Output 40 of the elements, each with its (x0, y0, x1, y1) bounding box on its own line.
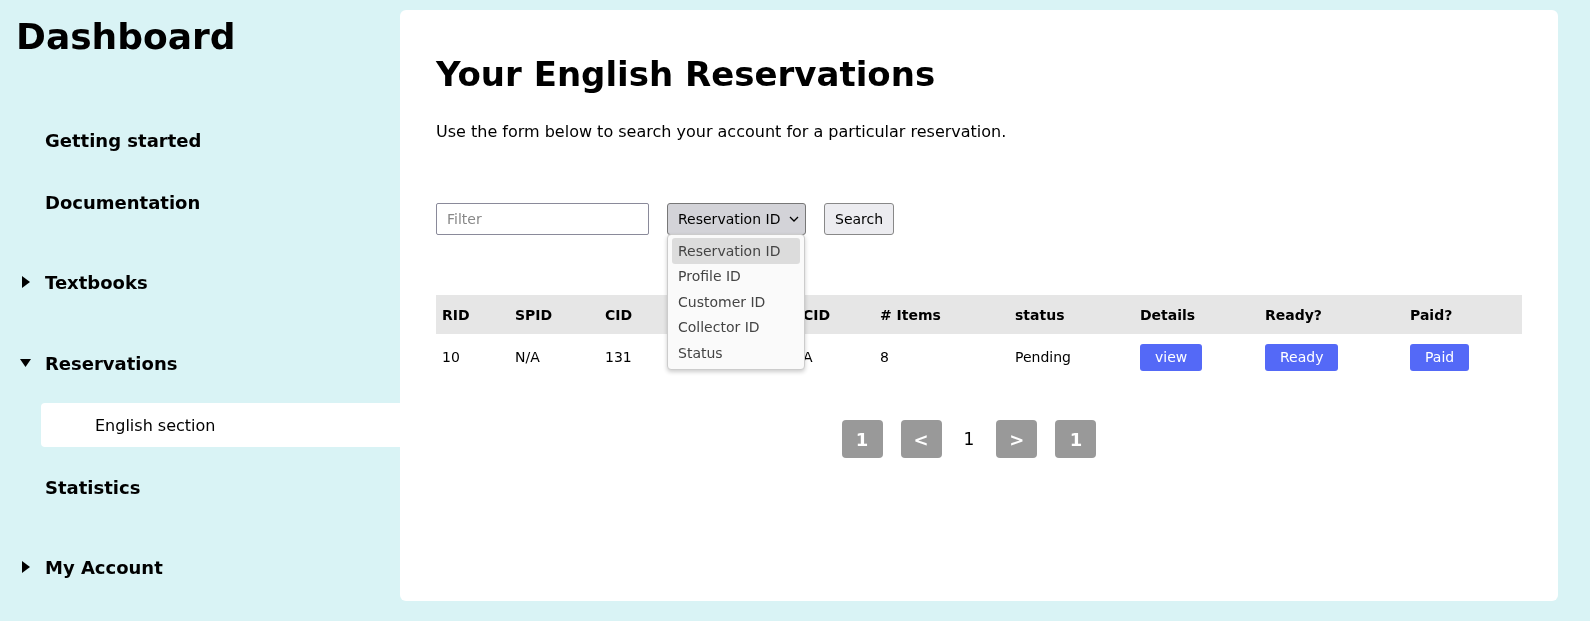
filter-field[interactable]: Filter (436, 203, 649, 235)
sidebar-item[interactable]: Textbooks (0, 260, 400, 304)
column-header: SPID (515, 306, 553, 323)
sidebar-item[interactable]: Documentation (0, 180, 400, 224)
column-header: Ready? (1265, 306, 1322, 323)
sidebar-item[interactable]: My Account (0, 545, 400, 589)
table-cell: N/A (515, 349, 540, 365)
table-cell: 131 (605, 349, 632, 365)
dropdown-option[interactable]: Collector ID (672, 314, 800, 340)
search-by-select[interactable]: Reservation ID (667, 203, 806, 235)
column-header: Paid? (1410, 306, 1453, 323)
dropdown-option[interactable]: Status (672, 340, 800, 366)
column-header: CID (803, 306, 831, 323)
column-header: RID (442, 306, 470, 323)
dropdown-option[interactable]: Reservation ID (672, 238, 800, 264)
caret-down-icon (20, 357, 31, 369)
sidebar-item[interactable]: Statistics (0, 465, 400, 509)
ready-button[interactable]: Ready (1265, 343, 1339, 371)
sidebar-item[interactable]: Reservations (0, 341, 400, 385)
dashboard-title: Dashboard (16, 15, 237, 59)
caret-right-icon (20, 276, 31, 288)
paid-button[interactable]: Paid (1410, 343, 1470, 371)
table-cell: Pending (1015, 349, 1071, 365)
table-cell: 10 (442, 349, 460, 365)
description-text: Use the form below to search your account for a particular reservation. (436, 122, 1008, 141)
search-button[interactable]: Search (824, 203, 895, 235)
current-page: 1 (962, 429, 976, 449)
chevron-down-icon (789, 216, 799, 222)
sidebar-item[interactable]: English section (41, 403, 400, 447)
caret-right-icon (20, 561, 31, 573)
column-header: Details (1140, 306, 1196, 323)
table-cell: 8 (880, 349, 889, 365)
column-header: # Items (880, 306, 941, 323)
sidebar-item[interactable]: Getting started (0, 118, 400, 162)
view-button[interactable]: view (1140, 343, 1203, 371)
dropdown-option[interactable]: Customer ID (672, 289, 800, 315)
dropdown-option[interactable]: Profile ID (672, 263, 800, 289)
page-title: Your English Reservations (436, 53, 937, 96)
column-header: CID (605, 306, 633, 323)
column-header: status (1015, 306, 1065, 323)
